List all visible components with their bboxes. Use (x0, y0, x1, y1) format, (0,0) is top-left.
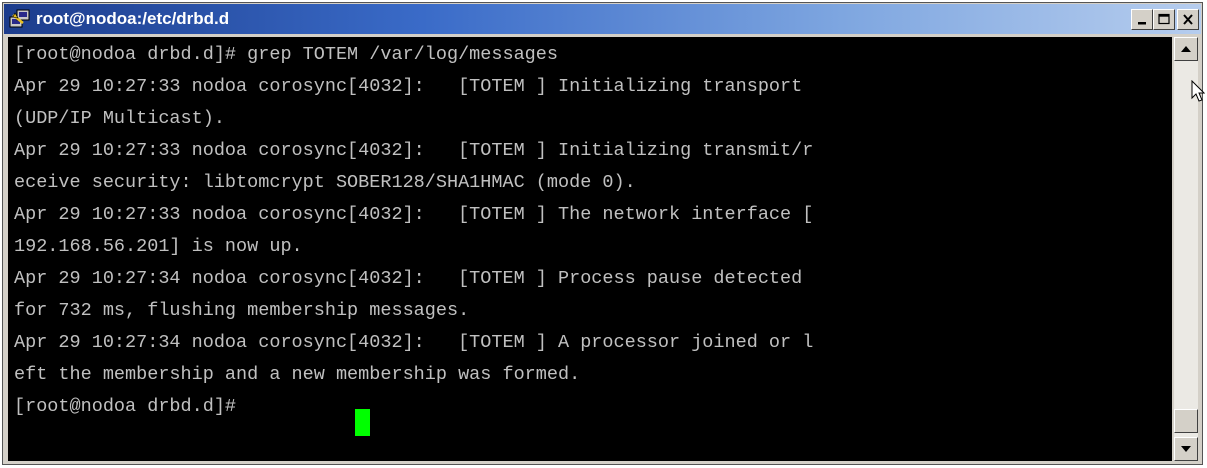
title-bar[interactable]: root@nodoa:/etc/drbd.d (4, 4, 1201, 34)
terminal-line: Apr 29 10:27:33 nodoa corosync[4032]: [T… (14, 76, 803, 97)
terminal-line: eft the membership and a new membership … (14, 364, 581, 385)
terminal-window: root@nodoa:/etc/drbd.d [root@nodoa drbd.… (2, 2, 1203, 465)
mouse-pointer-icon (1191, 80, 1205, 102)
window-title: root@nodoa:/etc/drbd.d (36, 9, 230, 28)
minimize-button[interactable] (1131, 9, 1153, 30)
maximize-icon (1158, 13, 1170, 25)
terminal-line: [root@nodoa drbd.d]# grep TOTEM /var/log… (14, 44, 558, 65)
text-cursor (355, 409, 370, 436)
putty-icon[interactable] (9, 9, 31, 29)
close-button[interactable] (1177, 9, 1199, 30)
terminal-line: (UDP/IP Multicast). (14, 108, 225, 129)
terminal-line: Apr 29 10:27:33 nodoa corosync[4032]: [T… (14, 204, 814, 225)
scroll-down-arrow-icon (1181, 446, 1191, 452)
minimize-icon (1138, 22, 1146, 25)
scroll-down-button[interactable] (1174, 437, 1198, 461)
terminal-prompt: [root@nodoa drbd.d]# (14, 396, 248, 417)
terminal-line: Apr 29 10:27:34 nodoa corosync[4032]: [T… (14, 268, 803, 289)
terminal-line: for 732 ms, flushing membership messages… (14, 300, 470, 321)
close-icon (1183, 14, 1193, 25)
scroll-up-button[interactable] (1174, 37, 1198, 61)
scrollbar-thumb[interactable] (1174, 409, 1198, 433)
terminal-line: 192.168.56.201] is now up. (14, 236, 303, 257)
maximize-button[interactable] (1153, 9, 1175, 30)
terminal-line: Apr 29 10:27:34 nodoa corosync[4032]: [T… (14, 332, 814, 353)
terminal-line: eceive security: libtomcrypt SOBER128/SH… (14, 172, 636, 193)
terminal-line: Apr 29 10:27:33 nodoa corosync[4032]: [T… (14, 140, 814, 161)
terminal-output[interactable]: [root@nodoa drbd.d]# grep TOTEM /var/log… (8, 37, 1172, 461)
scroll-up-arrow-icon (1181, 46, 1191, 52)
